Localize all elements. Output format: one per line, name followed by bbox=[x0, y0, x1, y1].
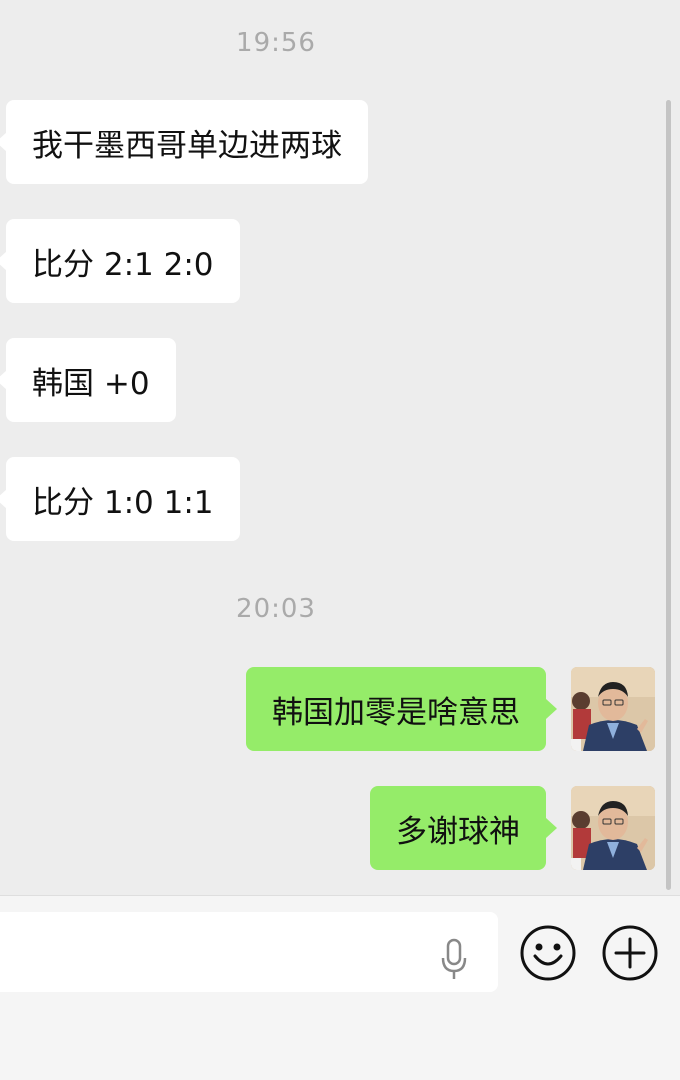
user-avatar[interactable] bbox=[571, 786, 655, 870]
incoming-message-bubble[interactable]: 韩国 +0 bbox=[0, 338, 176, 422]
incoming-message-bubble[interactable]: 比分 2:1 2:0 bbox=[0, 219, 240, 303]
incoming-message-bubble[interactable]: 我干墨西哥单边进两球 bbox=[0, 100, 368, 184]
message-text: 比分 2:1 2:0 bbox=[32, 246, 214, 283]
message-text: 韩国 +0 bbox=[32, 365, 150, 402]
avatar-photo bbox=[571, 786, 655, 870]
avatar-photo bbox=[571, 667, 655, 751]
input-bar bbox=[0, 895, 680, 1080]
incoming-message-bubble[interactable]: 比分 1:0 1:1 bbox=[0, 457, 240, 541]
message-text: 我干墨西哥单边进两球 bbox=[32, 127, 342, 164]
timestamp: 19:56 bbox=[236, 28, 316, 58]
chat-messages-area[interactable]: 19:56 我干墨西哥单边进两球 比分 2:1 2:0 韩国 +0 比分 1:0… bbox=[0, 0, 680, 895]
message-text: 比分 1:0 1:1 bbox=[32, 484, 214, 521]
outgoing-message-bubble[interactable]: 多谢球神 bbox=[370, 786, 557, 870]
message-input[interactable] bbox=[0, 912, 498, 992]
plus-icon[interactable] bbox=[601, 924, 659, 982]
microphone-icon[interactable] bbox=[438, 938, 470, 982]
message-text: 韩国加零是啥意思 bbox=[272, 694, 520, 731]
chat-scrollbar[interactable] bbox=[666, 100, 671, 890]
message-text: 多谢球神 bbox=[396, 813, 520, 850]
user-avatar[interactable] bbox=[571, 667, 655, 751]
timestamp: 20:03 bbox=[236, 594, 316, 624]
emoji-icon[interactable] bbox=[519, 924, 577, 982]
outgoing-message-bubble[interactable]: 韩国加零是啥意思 bbox=[246, 667, 557, 751]
